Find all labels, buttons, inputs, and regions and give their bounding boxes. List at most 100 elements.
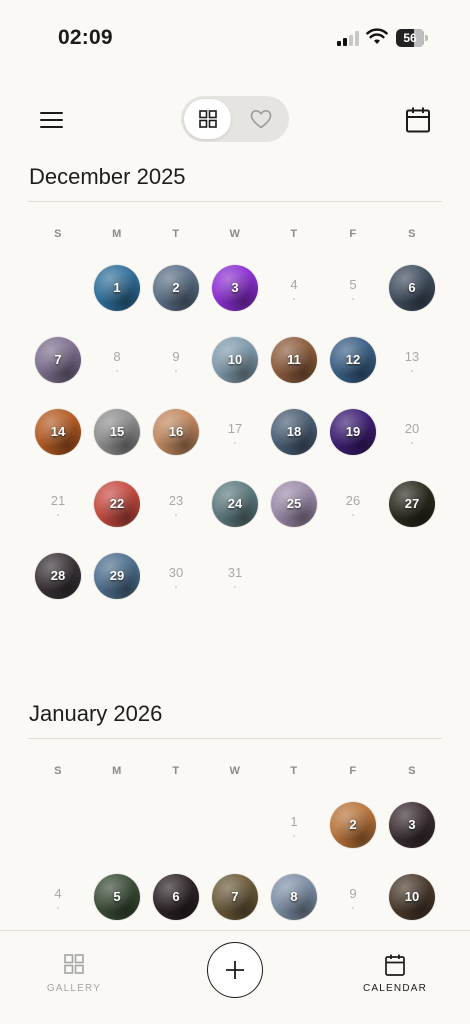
day-photo-cell[interactable]: 3 [212, 265, 258, 311]
day-cell: 26 [330, 481, 376, 527]
day-photo-cell[interactable]: 22 [94, 481, 140, 527]
day-photo-cell[interactable]: 24 [212, 481, 258, 527]
weekday-label: T [172, 228, 180, 240]
day-number: 1 [113, 280, 121, 295]
day-number: 22 [109, 496, 125, 511]
day-number: 2 [349, 817, 357, 832]
day-dot [352, 298, 354, 300]
day-number: 10 [404, 889, 420, 904]
day-dot [234, 442, 236, 444]
day-dot [352, 514, 354, 516]
grid-icon [198, 110, 217, 128]
day-photo-cell[interactable]: 3 [389, 802, 435, 848]
day-cell: 23 [153, 481, 199, 527]
day-dot [116, 370, 118, 372]
day-dot [352, 907, 354, 909]
day-photo-cell[interactable]: 15 [94, 409, 140, 455]
day-photo-cell[interactable]: 12 [330, 337, 376, 383]
day-photo-cell[interactable]: 19 [330, 409, 376, 455]
day-dot [175, 370, 177, 372]
day-number: 24 [227, 496, 243, 511]
day-cell: 21 [35, 481, 81, 527]
day-cell: 1 [271, 802, 317, 848]
day-cell: 20 [389, 409, 435, 455]
day-photo-cell[interactable]: 6 [153, 874, 199, 920]
day-photo-cell[interactable]: 6 [389, 265, 435, 311]
add-button[interactable] [207, 942, 263, 998]
day-dot [293, 835, 295, 837]
plus-icon [226, 961, 244, 979]
month-december-2025: December 2025 S M T W T F S 1 2 3 4 5 6 7 8 9 10 1… [0, 164, 470, 624]
day-number: 14 [50, 424, 66, 439]
calendar-icon [385, 954, 405, 976]
day-photo-cell[interactable]: 5 [94, 874, 140, 920]
day-photo-cell[interactable]: 10 [389, 874, 435, 920]
day-photo-cell[interactable]: 1 [94, 265, 140, 311]
day-number: 2 [172, 280, 180, 295]
weekday-label: F [349, 765, 357, 777]
day-dot [411, 370, 413, 372]
nav-calendar-label: CALENDAR [362, 983, 428, 994]
battery-icon: 56 [396, 29, 428, 47]
weekday-label: T [172, 765, 180, 777]
day-photo-cell[interactable]: 2 [153, 265, 199, 311]
day-cell: 13 [389, 337, 435, 383]
day-number: 6 [408, 280, 416, 295]
wifi-icon [366, 28, 388, 44]
day-photo-cell[interactable]: 29 [94, 553, 140, 599]
day-photo-cell[interactable]: 11 [271, 337, 317, 383]
day-photo-cell[interactable]: 28 [35, 553, 81, 599]
calendar-icon [406, 107, 430, 133]
day-dot [234, 586, 236, 588]
day-cell: 5 [330, 265, 376, 311]
weekday-label: M [112, 765, 122, 777]
status-bar: 02:09 56 [0, 0, 470, 70]
day-number: 16 [168, 424, 184, 439]
day-photo-cell[interactable]: 10 [212, 337, 258, 383]
day-cell: 4 [271, 265, 317, 311]
weekday-label: S [54, 765, 62, 777]
weekday-label: S [408, 228, 416, 240]
day-dot [175, 514, 177, 516]
day-photo-cell[interactable]: 25 [271, 481, 317, 527]
day-cell: 30 [153, 553, 199, 599]
day-number: 25 [286, 496, 302, 511]
day-dot [293, 298, 295, 300]
heart-icon [250, 110, 272, 129]
day-number: 28 [50, 568, 66, 583]
day-photo-cell[interactable]: 7 [35, 337, 81, 383]
day-number: 5 [113, 889, 121, 904]
month-january-2026: January 2026 S M T W T F S 1 2 3 4 5 6 7 8 9 10 [0, 701, 470, 941]
weekday-label: W [229, 765, 241, 777]
day-dot [57, 907, 59, 909]
bottom-nav: GALLERY CALENDAR [0, 930, 470, 1024]
month-divider [28, 201, 442, 202]
day-number: 29 [109, 568, 125, 583]
day-photo-cell[interactable]: 27 [389, 481, 435, 527]
day-photo-cell[interactable]: 2 [330, 802, 376, 848]
day-dot [411, 442, 413, 444]
day-photo-cell[interactable]: 7 [212, 874, 258, 920]
battery-level: 56 [403, 31, 417, 45]
day-photo-cell[interactable]: 8 [271, 874, 317, 920]
day-number: 19 [345, 424, 361, 439]
day-number: 8 [290, 889, 298, 904]
weekday-label: W [229, 228, 241, 240]
menu-button[interactable] [36, 105, 68, 135]
weekday-label: T [290, 228, 298, 240]
nav-gallery-label: GALLERY [46, 983, 102, 994]
day-number: 15 [109, 424, 125, 439]
day-cell: 8 [94, 337, 140, 383]
grid-icon [64, 954, 84, 974]
favorites-view-toggle[interactable] [237, 99, 285, 139]
day-photo-cell[interactable]: 16 [153, 409, 199, 455]
day-cell: 4 [35, 874, 81, 920]
day-dot [175, 586, 177, 588]
calendar-picker-button[interactable] [402, 104, 434, 136]
grid-view-toggle[interactable] [184, 99, 231, 139]
day-photo-cell[interactable]: 14 [35, 409, 81, 455]
nav-gallery[interactable]: GALLERY [34, 949, 114, 999]
day-photo-cell[interactable]: 18 [271, 409, 317, 455]
view-toggle [181, 96, 289, 142]
nav-calendar[interactable]: CALENDAR [352, 949, 438, 999]
